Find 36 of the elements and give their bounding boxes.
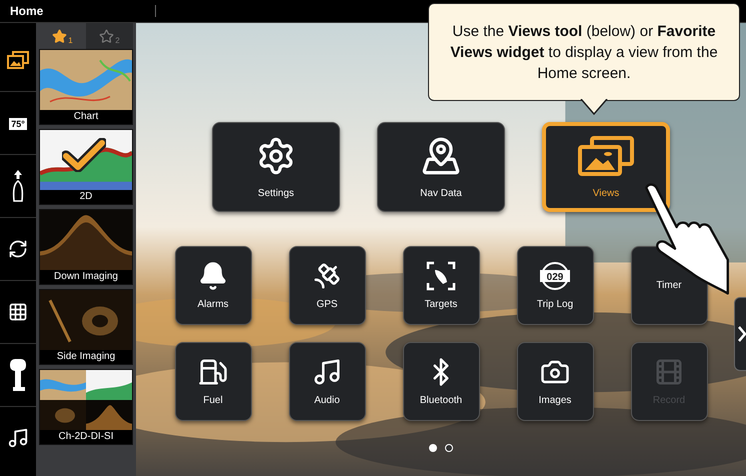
music-note-icon — [7, 427, 29, 449]
app-tile[interactable]: GPS — [288, 246, 366, 325]
music-note-icon — [312, 357, 342, 387]
app-tile[interactable]: 029 Trip Log — [516, 246, 594, 325]
view-thumbnail[interactable]: Ch-2D-DI-SI — [39, 369, 133, 445]
app-tile[interactable]: Alarms — [174, 246, 252, 325]
refresh-icon — [8, 239, 28, 259]
view-thumbnail[interactable]: Down Imaging — [39, 209, 133, 285]
view-thumbnail[interactable]: 2D — [39, 129, 133, 205]
view-thumbnail[interactable]: Chart — [39, 49, 133, 125]
gallery-icon — [7, 51, 29, 69]
chevron-icon — [738, 326, 746, 342]
app-tile[interactable]: Bluetooth — [402, 342, 480, 421]
boat-icon — [12, 170, 24, 202]
grid-icon — [8, 302, 28, 322]
view-thumbnail[interactable]: Side Imaging — [39, 289, 133, 365]
callout-text: Use the Views tool (below) or Favorite Views widget to display a view from the Home screen. — [449, 22, 719, 84]
bell-icon — [198, 261, 228, 291]
satellite-icon — [312, 261, 342, 291]
app-tile[interactable]: Views — [542, 122, 670, 212]
side-tab[interactable] — [734, 297, 746, 371]
app-tile[interactable]: Targets — [402, 246, 480, 325]
screen-title: Home — [9, 4, 44, 18]
gallery-icon — [578, 136, 634, 176]
app-tile[interactable]: Nav Data — [377, 122, 505, 212]
fuel-pump-icon — [198, 357, 228, 387]
pointing-hand-icon — [642, 183, 732, 295]
map-pin-icon — [421, 136, 461, 176]
app-tile[interactable]: Images — [516, 342, 594, 421]
app-tile[interactable]: Audio — [288, 342, 366, 421]
target-boat-icon — [426, 261, 456, 291]
app-tile[interactable]: Fuel — [174, 342, 252, 421]
star-icon — [99, 28, 114, 44]
app-tile[interactable]: Settings — [212, 122, 340, 212]
film-icon — [654, 357, 684, 387]
star-icon — [52, 28, 68, 44]
